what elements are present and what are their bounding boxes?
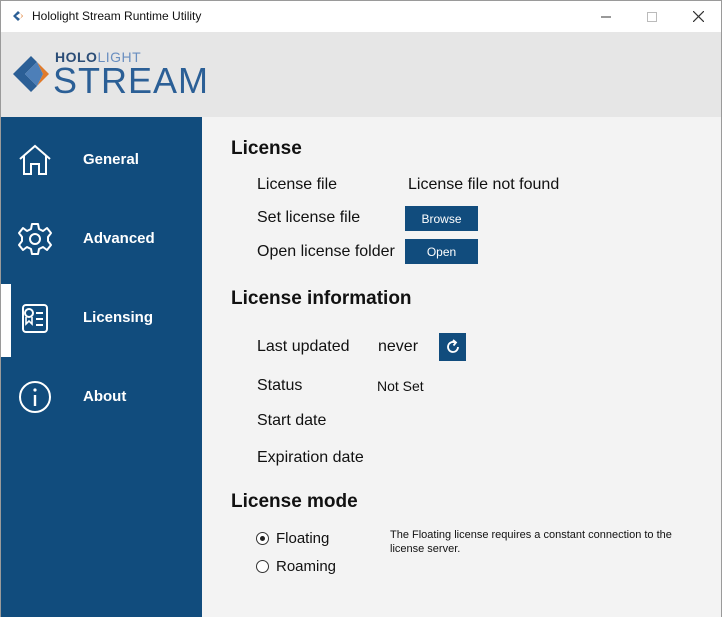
active-indicator	[1, 284, 11, 357]
roaming-label: Roaming	[276, 558, 337, 575]
brand-name-stream: STREAM	[53, 60, 210, 101]
home-icon	[19, 144, 51, 175]
refresh-icon	[446, 339, 459, 353]
open-license-folder-label: Open license folder	[257, 243, 395, 260]
refresh-button[interactable]	[439, 333, 466, 361]
info-icon	[19, 380, 51, 413]
gear-icon	[18, 222, 52, 255]
sidebar-item-label: About	[83, 388, 127, 405]
sidebar-item-about[interactable]: About	[1, 357, 202, 436]
open-button[interactable]: Open	[405, 239, 478, 264]
header-banner: HOLOLIGHT STREAM	[1, 32, 721, 117]
radio-circle-checked[interactable]	[256, 532, 269, 545]
hololight-logo-icon	[13, 56, 49, 92]
browse-button[interactable]: Browse	[405, 206, 478, 231]
license-information-title: License information	[231, 288, 412, 309]
app-window: Hololight Stream Runtime Utility HOLOLIG…	[0, 0, 722, 617]
licensing-panel: License License file License file not fo…	[202, 117, 721, 617]
maximize-icon	[647, 11, 657, 22]
floating-radio[interactable]: Floating	[256, 530, 329, 547]
last-updated-label: Last updated	[257, 338, 350, 355]
start-date-label: Start date	[257, 412, 327, 429]
set-license-file-label: Set license file	[257, 209, 361, 226]
radio-circle[interactable]	[256, 560, 269, 573]
title-bar[interactable]: Hololight Stream Runtime Utility	[1, 1, 721, 32]
sidebar-item-licensing[interactable]: Licensing	[1, 278, 202, 357]
sidebar-item-general[interactable]: General	[1, 120, 202, 199]
license-file-value: License file not found	[408, 176, 560, 193]
sidebar-item-advanced[interactable]: Advanced	[1, 199, 202, 278]
license-mode-description: The Floating license requires a constant…	[390, 529, 672, 555]
app-icon	[13, 11, 23, 21]
floating-label: Floating	[276, 530, 330, 547]
sidebar-item-label: General	[83, 151, 139, 168]
minimize-icon	[601, 16, 611, 17]
maximize-button[interactable]	[629, 1, 675, 32]
close-button[interactable]	[675, 1, 721, 32]
sidebar-item-label: Advanced	[83, 230, 155, 247]
license-section-title: License	[231, 138, 302, 159]
close-icon	[692, 11, 704, 22]
license-file-label: License file	[257, 176, 338, 193]
sidebar: General Advanced Licensing About	[1, 117, 202, 617]
last-updated-value: never	[378, 338, 419, 355]
sidebar-item-label: Licensing	[83, 309, 154, 326]
license-mode-title: License mode	[231, 491, 358, 512]
roaming-radio[interactable]: Roaming	[256, 558, 336, 575]
expiration-date-label: Expiration date	[257, 449, 364, 466]
certificate-icon	[22, 303, 48, 333]
status-label: Status	[257, 377, 303, 394]
minimize-button[interactable]	[583, 1, 629, 32]
status-value: Not Set	[377, 378, 424, 394]
window-title: Hololight Stream Runtime Utility	[32, 9, 202, 23]
